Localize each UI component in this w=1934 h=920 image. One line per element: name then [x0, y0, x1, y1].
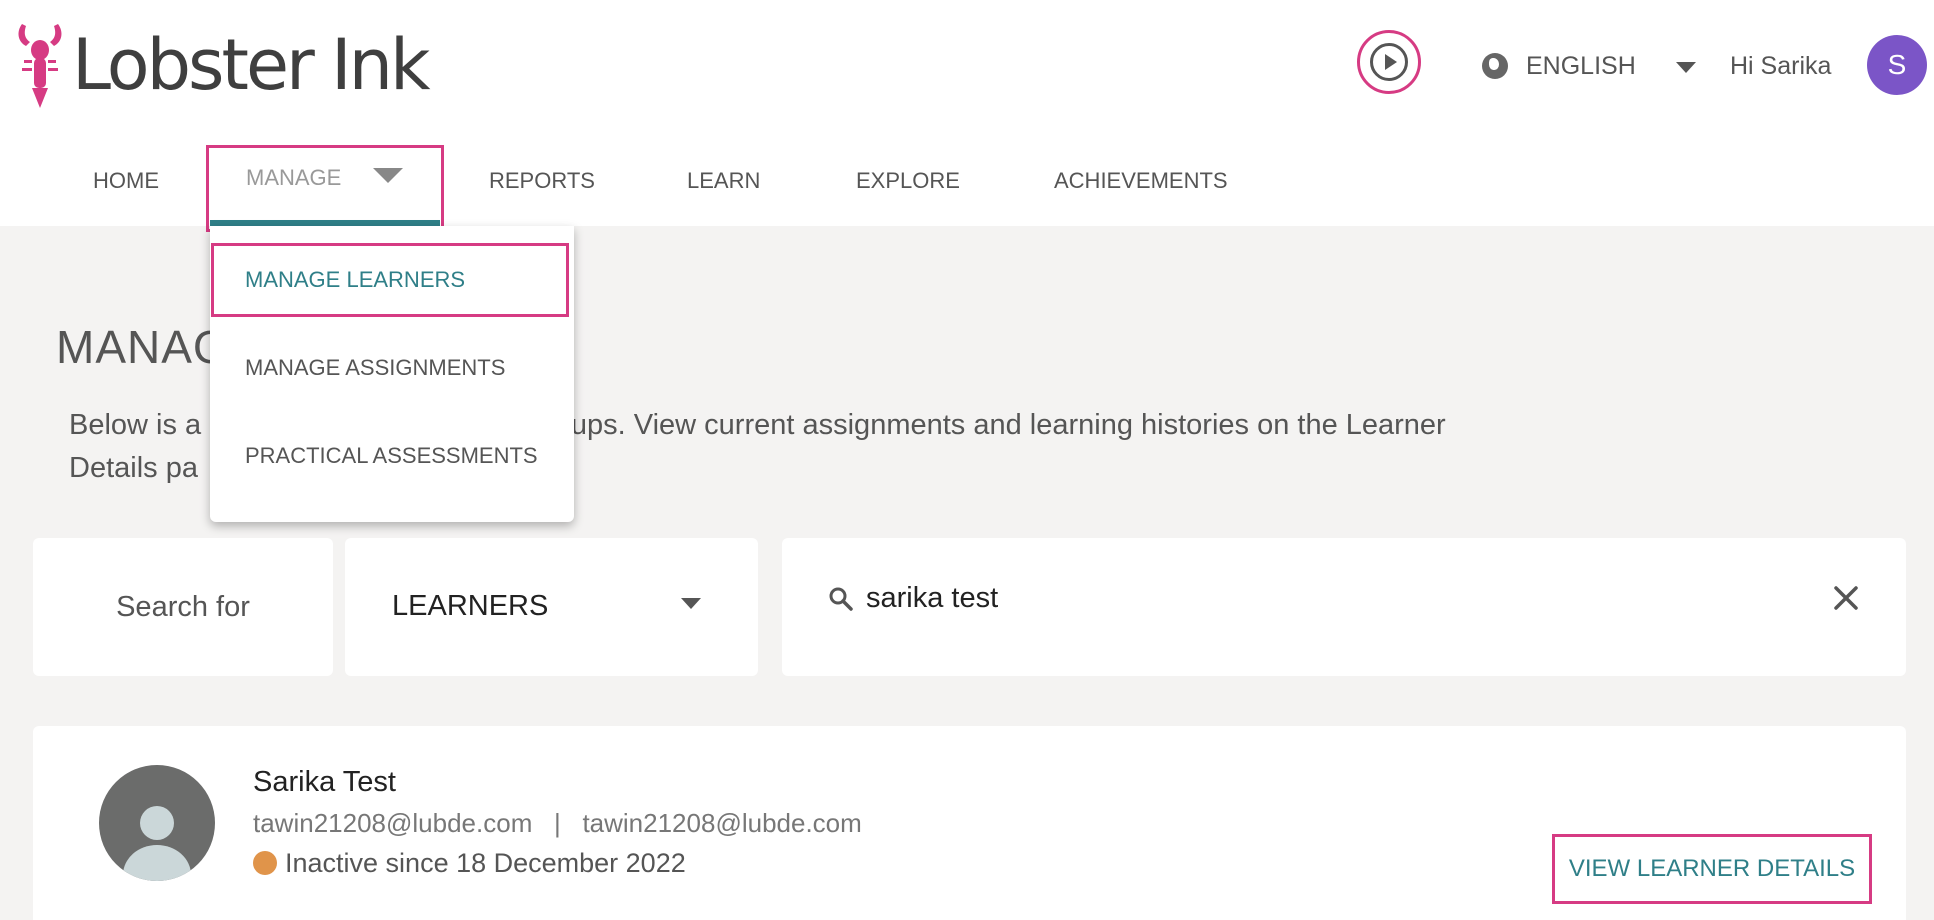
language-label: ENGLISH: [1526, 51, 1636, 80]
brand-logo[interactable]: Lobster Ink: [12, 20, 431, 110]
page-title: MANAG: [56, 321, 230, 373]
caret-down-icon[interactable]: [1676, 62, 1696, 73]
status-dot-icon: [253, 851, 277, 875]
globe-icon: [1482, 53, 1508, 79]
learner-status-text: Inactive since 18 December 2022: [285, 848, 686, 878]
menu-item-manage-learners[interactable]: MANAGE LEARNERS: [245, 264, 465, 296]
lobster-icon: [18, 24, 62, 108]
user-greeting[interactable]: Hi Sarika: [1730, 48, 1831, 84]
description-start: Below is a: [69, 409, 202, 441]
nav-home[interactable]: HOME: [93, 165, 159, 197]
menu-item-manage-assignments[interactable]: MANAGE ASSIGNMENTS: [245, 352, 505, 384]
chevron-down-icon[interactable]: [373, 168, 403, 183]
play-tour-button[interactable]: [1357, 30, 1421, 94]
play-circle-icon: [1370, 43, 1408, 81]
user-avatar[interactable]: S: [1867, 35, 1927, 95]
menu-item-practical-assessments[interactable]: PRACTICAL ASSESSMENTS: [245, 440, 538, 472]
learner-name: Sarika Test: [253, 766, 396, 798]
view-learner-details-button[interactable]: VIEW LEARNER DETAILS: [1552, 834, 1872, 904]
search-icon: [829, 587, 853, 611]
search-query[interactable]: sarika test: [866, 578, 998, 618]
learner-emails: tawin21208@lubde.com | tawin21208@lubde.…: [253, 808, 862, 838]
nav-manage[interactable]: MANAGE: [246, 162, 341, 194]
language-selector[interactable]: ENGLISH: [1482, 48, 1636, 84]
learner-status: Inactive since 18 December 2022: [253, 845, 686, 881]
search-for-label: Search for: [33, 538, 333, 676]
caret-down-icon[interactable]: [681, 598, 701, 609]
manage-dropdown-menu: MANAGE LEARNERS MANAGE ASSIGNMENTS PRACT…: [210, 226, 574, 522]
close-icon[interactable]: [1830, 582, 1862, 614]
nav-reports[interactable]: REPORTS: [489, 165, 595, 197]
learner-avatar: [99, 765, 215, 881]
search-type-value: LEARNERS: [392, 590, 549, 622]
nav-explore[interactable]: EXPLORE: [856, 165, 960, 197]
brand-name: Lobster Ink: [72, 24, 431, 106]
nav-learn[interactable]: LEARN: [687, 165, 760, 197]
description-line2: Details pa: [69, 452, 198, 484]
nav-achievements[interactable]: ACHIEVEMENTS: [1054, 165, 1228, 197]
